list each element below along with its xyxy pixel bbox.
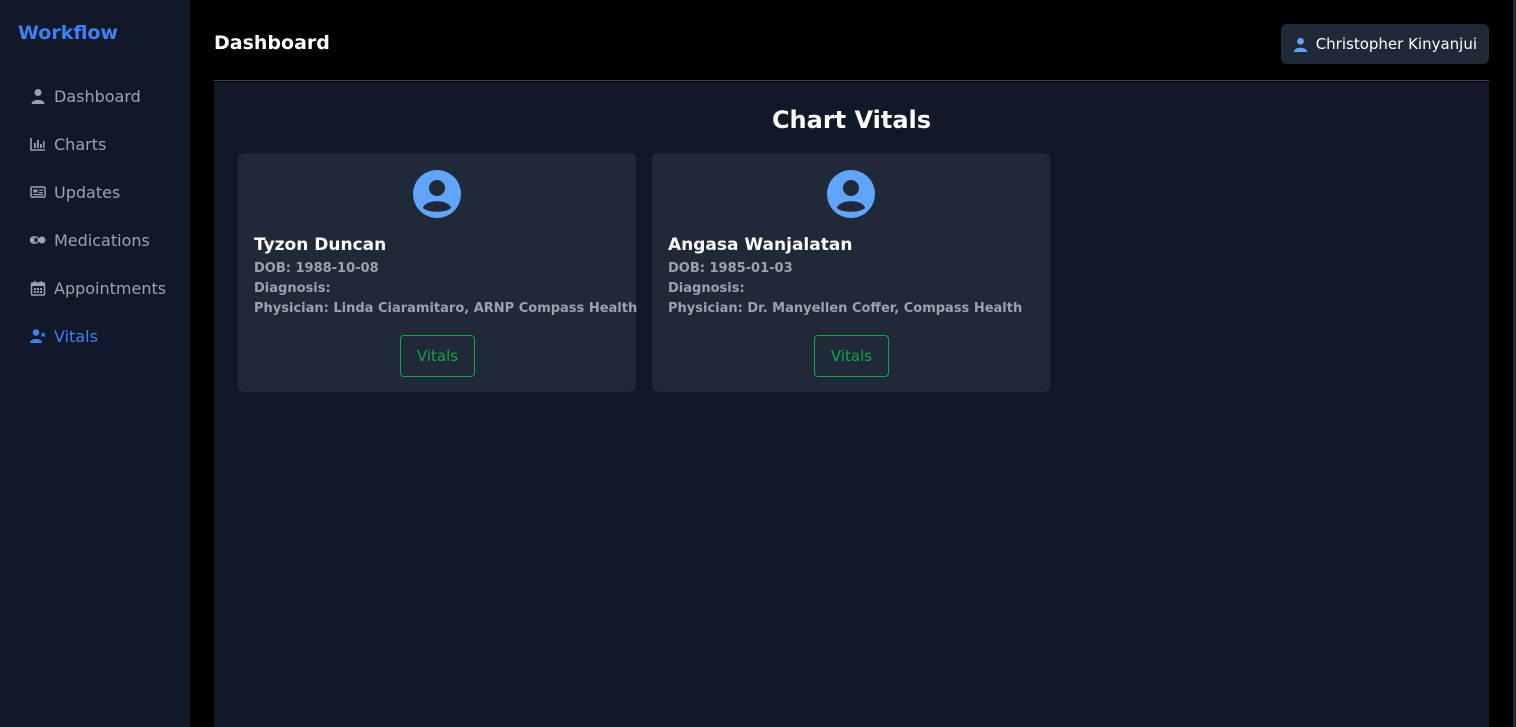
user-circle-icon xyxy=(827,170,875,218)
vitals-button[interactable]: Vitals xyxy=(814,335,889,377)
sidebar-item-appointments[interactable]: Appointments xyxy=(0,264,190,312)
top-bar: Dashboard Christopher Kinyanjui xyxy=(214,0,1489,81)
newspaper-icon xyxy=(30,184,46,200)
user-name: Christopher Kinyanjui xyxy=(1315,35,1477,53)
patient-diagnosis: Diagnosis: xyxy=(254,281,331,296)
patient-name: Tyzon Duncan xyxy=(254,235,387,255)
sidebar: Workflow Dashboard Charts Updates Medica… xyxy=(0,0,190,727)
brand-logo[interactable]: Workflow xyxy=(18,22,118,44)
section-title: Chart Vitals xyxy=(771,106,932,134)
patient-dob: DOB: 1985-01-03 xyxy=(668,261,793,276)
sidebar-item-label: Appointments xyxy=(54,278,167,298)
sidebar-item-label: Charts xyxy=(54,134,107,154)
chart-bar-icon xyxy=(30,136,46,152)
user-xmark-icon xyxy=(30,328,46,344)
sidebar-item-charts[interactable]: Charts xyxy=(0,120,190,168)
sidebar-item-vitals[interactable]: Vitals xyxy=(0,312,190,360)
user-icon xyxy=(30,88,46,104)
sidebar-item-updates[interactable]: Updates xyxy=(0,168,190,216)
patient-card-list: Tyzon Duncan DOB: 1988-10-08 Diagnosis: … xyxy=(238,153,1050,392)
calendar-icon xyxy=(30,280,46,296)
patient-dob: DOB: 1988-10-08 xyxy=(254,261,379,276)
pills-icon xyxy=(30,232,46,248)
sidebar-item-label: Medications xyxy=(54,230,150,250)
patient-physician: Physician: Dr. Manyellen Coffer, Compass… xyxy=(668,301,1023,316)
main-content: Chart Vitals Tyzon Duncan DOB: 1988-10-0… xyxy=(214,82,1489,727)
patient-physician: Physician: Linda Ciaramitaro, ARNP Compa… xyxy=(254,301,638,316)
user-icon xyxy=(1293,37,1307,52)
vitals-button[interactable]: Vitals xyxy=(400,335,475,377)
patient-card: Tyzon Duncan DOB: 1988-10-08 Diagnosis: … xyxy=(238,153,638,392)
patient-name: Angasa Wanjalatan xyxy=(668,235,853,255)
sidebar-item-label: Updates xyxy=(54,182,121,202)
sidebar-item-dashboard[interactable]: Dashboard xyxy=(0,72,190,120)
patient-card: Angasa Wanjalatan DOB: 1985-01-03 Diagno… xyxy=(652,153,1050,392)
sidebar-item-medications[interactable]: Medications xyxy=(0,216,190,264)
user-menu-button[interactable]: Christopher Kinyanjui xyxy=(1280,24,1489,64)
user-circle-icon xyxy=(413,170,461,218)
patient-diagnosis: Diagnosis: xyxy=(668,281,745,296)
page-title: Dashboard xyxy=(214,32,330,54)
sidebar-nav: Dashboard Charts Updates Medications App… xyxy=(0,72,190,360)
sidebar-item-label: Dashboard xyxy=(54,86,141,106)
sidebar-item-label: Vitals xyxy=(54,326,98,346)
